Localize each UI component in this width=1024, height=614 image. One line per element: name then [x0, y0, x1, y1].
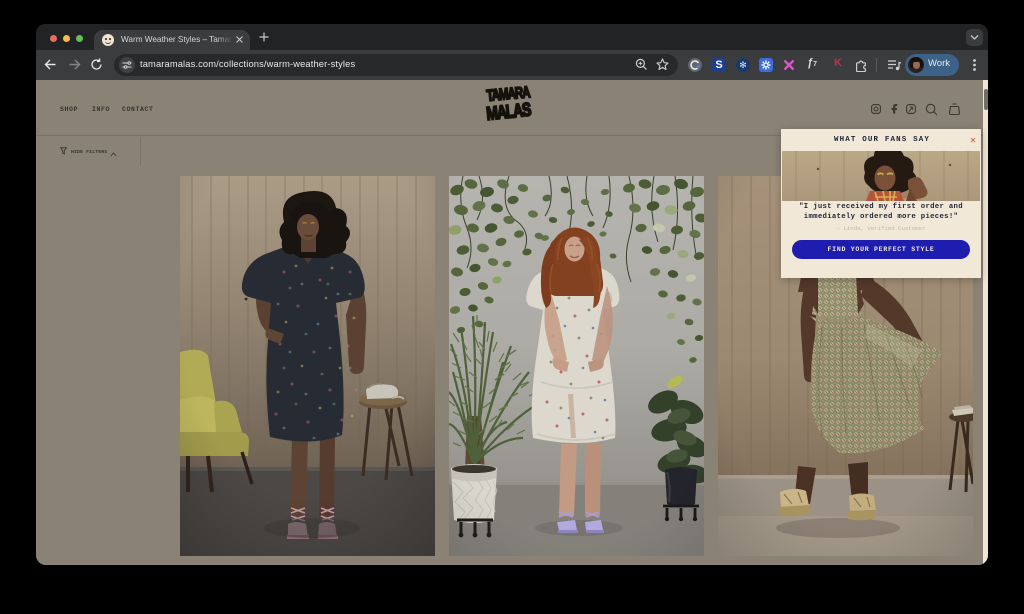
- svg-text:MALAS: MALAS: [485, 98, 532, 124]
